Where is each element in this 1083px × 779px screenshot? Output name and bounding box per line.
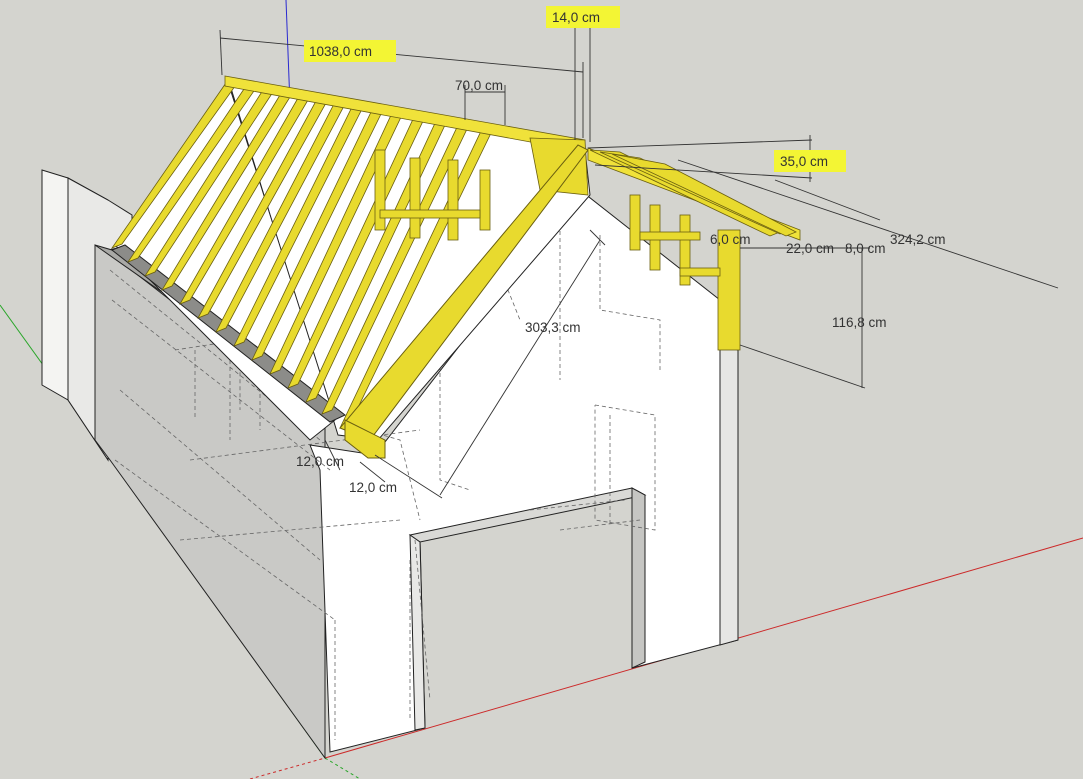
label-overhang[interactable]: 35,0 cm <box>780 154 828 169</box>
label-rafter-length[interactable]: 303,3 cm <box>525 320 581 335</box>
sketchup-viewport[interactable]: 1038,0 cm 14,0 cm 70,0 cm 35,0 cm 324,2 … <box>0 0 1083 779</box>
label-ridge-width[interactable]: 14,0 cm <box>552 10 600 25</box>
green-axis-hidden <box>324 757 361 779</box>
label-ridge-length[interactable]: 1038,0 cm <box>309 44 372 59</box>
red-axis-hidden <box>249 757 326 779</box>
label-wall-plate-height[interactable]: 12,0 cm <box>296 454 344 469</box>
dim-overhang-line[interactable] <box>587 139 813 149</box>
garage-opening-right[interactable] <box>631 487 646 669</box>
label-rafter-section-b[interactable]: 8,0 cm <box>845 241 886 256</box>
label-rafter-spacing[interactable]: 70,0 cm <box>455 78 503 93</box>
label-rafter-section-a[interactable]: 22,0 cm <box>786 241 834 256</box>
front-wall-side[interactable] <box>719 344 739 646</box>
label-small-member[interactable]: 6,0 cm <box>710 232 751 247</box>
label-span-diagonal[interactable]: 324,2 cm <box>890 232 946 247</box>
label-knee-wall-height[interactable]: 116,8 cm <box>832 315 887 330</box>
label-wall-plate-width[interactable]: 12,0 cm <box>349 480 397 495</box>
dim-ridge-length-line[interactable] <box>219 37 584 73</box>
